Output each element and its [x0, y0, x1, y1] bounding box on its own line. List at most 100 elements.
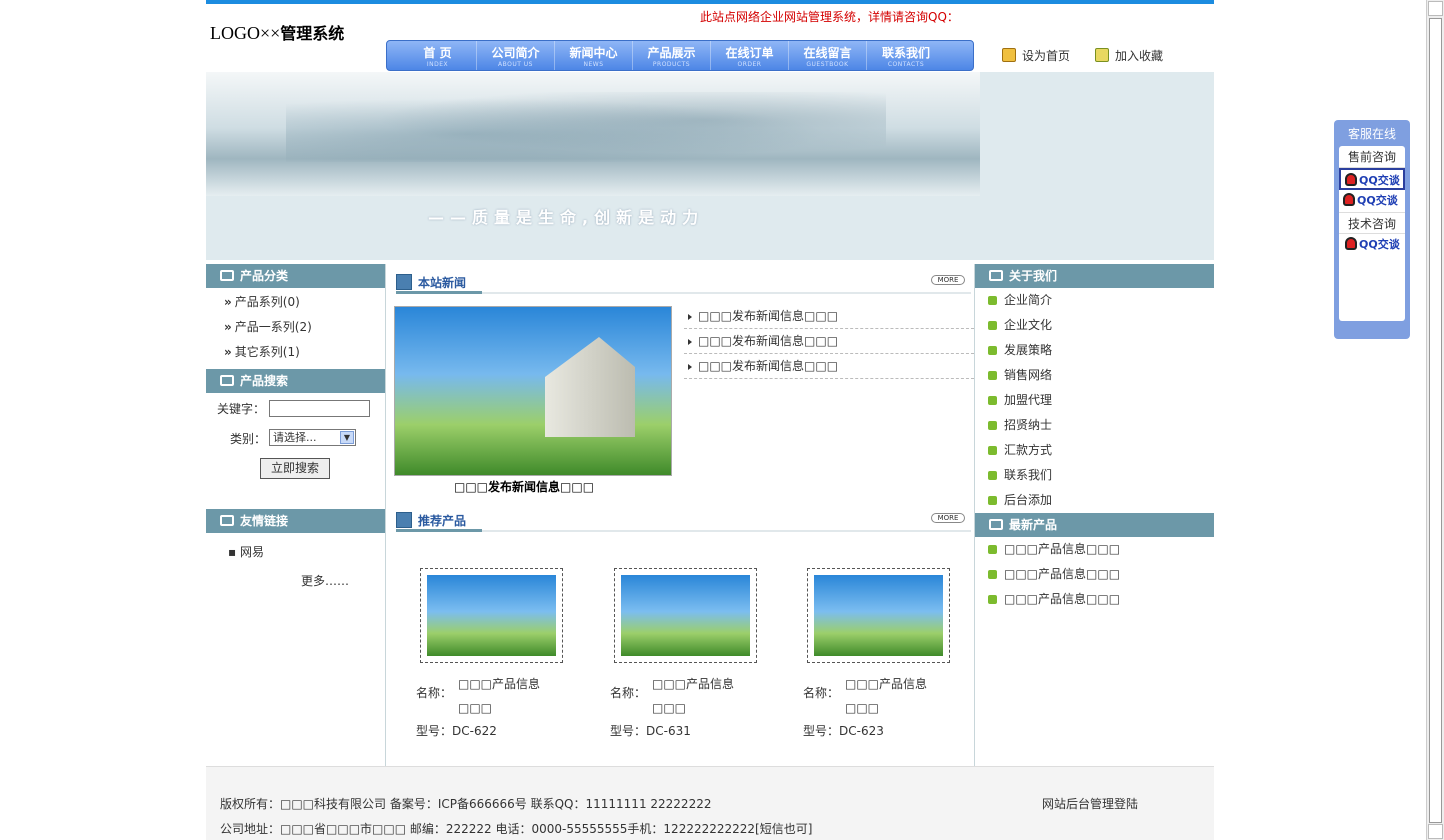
- scroll-down-button[interactable]: [1428, 824, 1443, 839]
- logo-bold-text: 管理系统: [280, 24, 345, 43]
- about-item[interactable]: 销售网络: [975, 363, 1214, 388]
- nav-item-home[interactable]: 首 页 INDEX: [399, 41, 477, 70]
- qq-chat-button[interactable]: QQ交谈: [1339, 234, 1405, 256]
- nav-item-contacts[interactable]: 联系我们 CONTACTS: [867, 41, 945, 70]
- links-title: 友情链接: [240, 514, 289, 528]
- nav-sublabel: CONTACTS: [887, 61, 925, 68]
- favorite-icon: [1095, 48, 1109, 62]
- nav-sublabel: GUESTBOOK: [806, 61, 849, 68]
- nav-item-order[interactable]: 在线订单 ORDER: [711, 41, 789, 70]
- home-icon: [1002, 48, 1016, 62]
- nav-sublabel: NEWS: [583, 61, 604, 68]
- section-icon: [396, 512, 412, 528]
- product-image[interactable]: [420, 568, 563, 663]
- product-model-value: DC-623: [839, 724, 884, 738]
- section-icon: [220, 270, 234, 281]
- about-item[interactable]: 发展策略: [975, 338, 1214, 363]
- product-name-label: 名称：: [416, 686, 453, 700]
- header-underline: [396, 529, 482, 532]
- banner-water-image: [206, 72, 980, 196]
- footer-address: 公司地址：□□□省□□□市□□□ 邮编：222222 电话：0000-55555…: [220, 822, 813, 836]
- right-column: 关于我们 企业简介 企业文化 发展策略 销售网络 加盟代理 招贤纳士 汇款方式 …: [975, 264, 1214, 766]
- product-model: 型号：DC-622: [416, 722, 497, 739]
- about-item[interactable]: 联系我们: [975, 463, 1214, 488]
- keyword-input[interactable]: [269, 400, 370, 417]
- nav-item-about[interactable]: 公司简介 ABOUT US: [477, 41, 555, 70]
- product-model: 型号：DC-631: [610, 722, 691, 739]
- nav-label: 公司简介: [491, 46, 540, 60]
- category-title: 产品分类: [240, 269, 289, 283]
- logo-prefix: LOGO××: [210, 23, 281, 43]
- product-name-value[interactable]: □□□产品信息□□□: [845, 672, 953, 720]
- site-logo[interactable]: LOGO××管理系统: [210, 20, 344, 44]
- products-title: 推荐产品: [418, 514, 467, 528]
- nav-sublabel: ABOUT US: [497, 61, 533, 68]
- latest-title: 最新产品: [1009, 518, 1058, 532]
- nav-label: 首 页: [423, 46, 452, 60]
- product-name-value[interactable]: □□□产品信息□□□: [652, 672, 760, 720]
- section-icon: [989, 270, 1003, 281]
- news-item[interactable]: □□□发布新闻信息□□□: [684, 354, 974, 379]
- news-image-caption[interactable]: □□□发布新闻信息□□□: [454, 478, 594, 495]
- about-item[interactable]: 汇款方式: [975, 438, 1214, 463]
- nav-item-products[interactable]: 产品展示 PRODUCTS: [633, 41, 711, 70]
- about-item[interactable]: 企业简介: [975, 288, 1214, 313]
- type-select[interactable]: 请选择... ▼: [269, 429, 356, 446]
- category-item[interactable]: 产品系列(0): [206, 290, 385, 315]
- about-item[interactable]: 后台添加: [975, 488, 1214, 513]
- nav-label: 产品展示: [647, 46, 696, 60]
- qq-icon: [1343, 193, 1355, 206]
- nav-label: 在线留言: [803, 46, 852, 60]
- product-name-value[interactable]: □□□产品信息□□□: [458, 672, 566, 720]
- presale-label: 售前咨询: [1339, 146, 1405, 168]
- header-underline: [396, 291, 482, 294]
- product-model-value: DC-622: [452, 724, 497, 738]
- main-nav: 首 页 INDEX 公司简介 ABOUT US 新闻中心 NEWS 产品展示 PRODU…: [386, 40, 974, 71]
- about-list: 企业简介 企业文化 发展策略 销售网络 加盟代理 招贤纳士 汇款方式 联系我们 …: [975, 288, 1214, 513]
- news-header: 本站新闻 MORE: [396, 270, 971, 294]
- products-more-button[interactable]: MORE: [931, 513, 965, 523]
- about-item[interactable]: 加盟代理: [975, 388, 1214, 413]
- nav-item-guestbook[interactable]: 在线留言 GUESTBOOK: [789, 41, 867, 70]
- latest-header: 最新产品: [975, 513, 1214, 537]
- service-body: 售前咨询 QQ交谈 QQ交谈 技术咨询 QQ交谈: [1339, 146, 1405, 321]
- latest-item[interactable]: □□□产品信息□□□: [975, 537, 1214, 562]
- chevron-down-icon[interactable]: ▼: [340, 431, 354, 444]
- add-favorite-link[interactable]: 加入收藏: [1095, 47, 1163, 64]
- about-title: 关于我们: [1009, 269, 1058, 283]
- more-links[interactable]: 更多……: [301, 572, 349, 589]
- set-home-link[interactable]: 设为首页: [1002, 47, 1070, 64]
- category-item[interactable]: 其它系列(1): [206, 340, 385, 365]
- friend-link[interactable]: ▪ 网易: [228, 543, 264, 560]
- category-item[interactable]: 产品一系列(2): [206, 315, 385, 340]
- customer-service-widget: 客服在线 售前咨询 QQ交谈 QQ交谈 技术咨询 QQ交谈: [1334, 120, 1410, 339]
- left-column: 产品分类 产品系列(0) 产品一系列(2) 其它系列(1) 产品搜索 关键字： …: [206, 264, 386, 766]
- news-item[interactable]: □□□发布新闻信息□□□: [684, 304, 974, 329]
- product-model: 型号：DC-623: [803, 722, 884, 739]
- nav-sublabel: PRODUCTS: [652, 61, 691, 68]
- vertical-scrollbar[interactable]: [1426, 0, 1444, 840]
- admin-login-link[interactable]: 网站后台管理登陆: [1042, 795, 1138, 812]
- latest-list: □□□产品信息□□□ □□□产品信息□□□ □□□产品信息□□□: [975, 537, 1214, 612]
- latest-item[interactable]: □□□产品信息□□□: [975, 562, 1214, 587]
- latest-item[interactable]: □□□产品信息□□□: [975, 587, 1214, 612]
- search-button[interactable]: 立即搜索: [260, 458, 330, 479]
- about-item[interactable]: 招贤纳士: [975, 413, 1214, 438]
- news-image[interactable]: [394, 306, 672, 476]
- top-accent-bar: [206, 0, 1214, 4]
- qq-chat-button[interactable]: QQ交谈: [1339, 190, 1405, 212]
- scroll-up-button[interactable]: [1428, 1, 1443, 16]
- section-icon: [396, 274, 412, 290]
- qq-chat-button[interactable]: QQ交谈: [1339, 168, 1405, 190]
- about-item[interactable]: 企业文化: [975, 313, 1214, 338]
- keyword-label: 关键字：: [217, 402, 266, 416]
- scroll-thumb[interactable]: [1429, 18, 1442, 823]
- product-image[interactable]: [614, 568, 757, 663]
- friend-link-label: 网易: [239, 545, 264, 559]
- news-item[interactable]: □□□发布新闻信息□□□: [684, 329, 974, 354]
- news-more-button[interactable]: MORE: [931, 275, 965, 285]
- nav-item-news[interactable]: 新闻中心 NEWS: [555, 41, 633, 70]
- qq-icon: [1345, 237, 1357, 250]
- service-title: 客服在线: [1347, 127, 1396, 141]
- product-image[interactable]: [807, 568, 950, 663]
